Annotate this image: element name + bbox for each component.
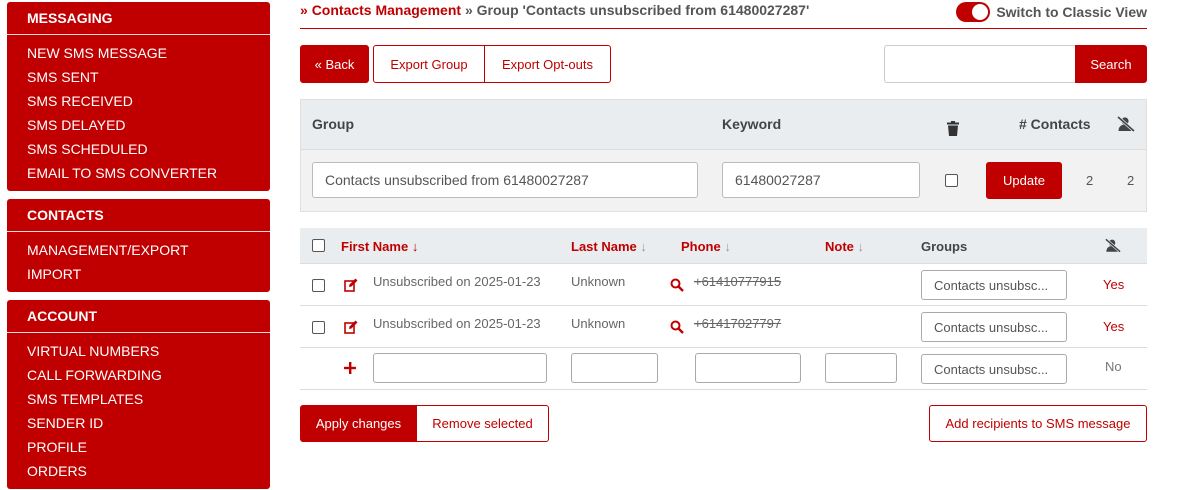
sidebar-item-virtual-numbers[interactable]: VIRTUAL NUMBERS — [7, 339, 270, 363]
header-note[interactable]: Note ↓ — [825, 239, 864, 254]
classic-view-toggle[interactable] — [956, 2, 991, 22]
row-checkbox[interactable] — [312, 321, 325, 334]
sidebar: MESSAGING NEW SMS MESSAGE SMS SENT SMS R… — [7, 2, 270, 490]
groups-select[interactable]: Contacts unsubsc... — [921, 312, 1067, 342]
search-button[interactable]: Search — [1075, 45, 1147, 83]
sidebar-item-sms-received[interactable]: SMS RECEIVED — [7, 89, 270, 113]
sidebar-heading-messaging: MESSAGING — [7, 2, 270, 35]
table-row: Unsubscribed on 2025-01-23 Unknown +6141… — [300, 306, 1147, 348]
last-name-cell: Unknown — [571, 274, 626, 289]
new-optout-status: No — [1105, 359, 1122, 374]
sidebar-item-sender-id[interactable]: SENDER ID — [7, 411, 270, 435]
group-header-contacts: # Contacts — [1019, 116, 1091, 132]
add-recipients-button[interactable]: Add recipients to SMS message — [929, 405, 1147, 442]
update-button[interactable]: Update — [986, 162, 1062, 199]
plus-icon[interactable] — [344, 362, 356, 374]
sidebar-section-messaging: MESSAGING NEW SMS MESSAGE SMS SENT SMS R… — [7, 2, 270, 191]
back-button[interactable]: « Back — [300, 45, 369, 83]
sidebar-item-orders[interactable]: ORDERS — [7, 459, 270, 483]
apply-changes-button[interactable]: Apply changes — [300, 405, 417, 442]
last-name-cell: Unknown — [571, 316, 626, 331]
classic-view-label: Switch to Classic View — [996, 4, 1147, 20]
header-phone-label: Phone — [681, 239, 721, 254]
breadcrumb: » Contacts Management » Group 'Contacts … — [300, 2, 1147, 29]
user-slash-icon — [1105, 238, 1121, 253]
header-last-name[interactable]: Last Name ↓ — [571, 239, 647, 254]
sidebar-item-profile[interactable]: PROFILE — [7, 435, 270, 459]
sidebar-section-account: ACCOUNT VIRTUAL NUMBERS CALL FORWARDING … — [7, 300, 270, 489]
contacts-count: 2 — [1086, 173, 1094, 188]
sidebar-item-management-export[interactable]: MANAGEMENT/EXPORT — [7, 238, 270, 262]
header-last-name-label: Last Name — [571, 239, 637, 254]
breadcrumb-current: Group 'Contacts unsubscribed from 614800… — [476, 2, 810, 18]
sidebar-item-email-to-sms[interactable]: EMAIL TO SMS CONVERTER — [7, 161, 270, 185]
breadcrumb-link-contacts-management[interactable]: Contacts Management — [312, 2, 461, 18]
group-header-group: Group — [312, 116, 354, 132]
sidebar-section-contacts: CONTACTS MANAGEMENT/EXPORT IMPORT — [7, 199, 270, 292]
sort-arrow-down-icon: ↓ — [724, 239, 731, 254]
toggle-knob — [972, 4, 989, 20]
edit-icon[interactable] — [344, 278, 358, 292]
sidebar-item-sms-delayed[interactable]: SMS DELAYED — [7, 113, 270, 137]
select-all-checkbox[interactable] — [312, 239, 325, 252]
sidebar-item-call-forwarding[interactable]: CALL FORWARDING — [7, 363, 270, 387]
search-input[interactable] — [884, 45, 1076, 83]
sidebar-heading-account: ACCOUNT — [7, 300, 270, 333]
trash-icon — [947, 121, 959, 136]
keyword-input[interactable] — [722, 162, 920, 198]
phone-cell: +61417027797 — [694, 316, 782, 331]
new-contact-row: Contacts unsubsc... No — [300, 348, 1147, 390]
sidebar-heading-contacts: CONTACTS — [7, 199, 270, 232]
first-name-cell: Unsubscribed on 2025-01-23 — [373, 316, 541, 331]
export-group-button[interactable]: Export Group — [373, 45, 485, 83]
header-first-name-label: First Name — [341, 239, 409, 254]
search-icon[interactable] — [670, 278, 684, 292]
phone-cell: +61410777915 — [694, 274, 782, 289]
sidebar-item-new-sms-message[interactable]: NEW SMS MESSAGE — [7, 41, 270, 65]
new-groups-select[interactable]: Contacts unsubsc... — [921, 354, 1067, 384]
user-slash-icon — [1117, 116, 1135, 132]
search-icon[interactable] — [670, 320, 684, 334]
sidebar-item-sms-scheduled[interactable]: SMS SCHEDULED — [7, 137, 270, 161]
group-header: Group Keyword # Contacts — [301, 100, 1146, 150]
optout-count: 2 — [1127, 173, 1135, 188]
breadcrumb-separator: » — [464, 2, 473, 18]
group-header-keyword: Keyword — [722, 116, 782, 132]
sort-arrow-down-icon: ↓ — [411, 239, 419, 254]
new-last-name-input[interactable] — [571, 353, 658, 383]
first-name-cell: Unsubscribed on 2025-01-23 — [373, 274, 541, 289]
table-row: Unsubscribed on 2025-01-23 Unknown +6141… — [300, 264, 1147, 306]
group-name-input[interactable] — [312, 162, 698, 198]
new-phone-input[interactable] — [695, 353, 801, 383]
header-note-label: Note — [825, 239, 854, 254]
export-optouts-button[interactable]: Export Opt-outs — [484, 45, 611, 83]
sort-arrow-down-icon: ↓ — [640, 239, 647, 254]
new-first-name-input[interactable] — [373, 353, 547, 383]
breadcrumb-prefix: » — [300, 2, 308, 18]
sort-arrow-down-icon: ↓ — [857, 239, 865, 254]
header-phone[interactable]: Phone ↓ — [681, 239, 731, 254]
edit-icon[interactable] — [344, 320, 358, 334]
delete-group-checkbox[interactable] — [945, 174, 958, 187]
header-groups: Groups — [921, 239, 968, 254]
contacts-table-header: First Name ↓ Last Name ↓ Phone ↓ Note ↓ … — [300, 228, 1147, 264]
sidebar-item-sms-sent[interactable]: SMS SENT — [7, 65, 270, 89]
optout-status: Yes — [1103, 277, 1125, 292]
new-note-input[interactable] — [825, 353, 897, 383]
sidebar-item-import[interactable]: IMPORT — [7, 262, 270, 286]
header-first-name[interactable]: First Name ↓ — [341, 239, 418, 254]
groups-select[interactable]: Contacts unsubsc... — [921, 270, 1067, 300]
group-panel: Group Keyword # Contacts Update 2 2 — [300, 99, 1147, 212]
classic-view-switch[interactable]: Switch to Classic View — [956, 2, 1147, 22]
optout-status: Yes — [1103, 319, 1125, 334]
row-checkbox[interactable] — [312, 279, 325, 292]
sidebar-item-sms-templates[interactable]: SMS TEMPLATES — [7, 387, 270, 411]
remove-selected-button[interactable]: Remove selected — [416, 405, 549, 442]
